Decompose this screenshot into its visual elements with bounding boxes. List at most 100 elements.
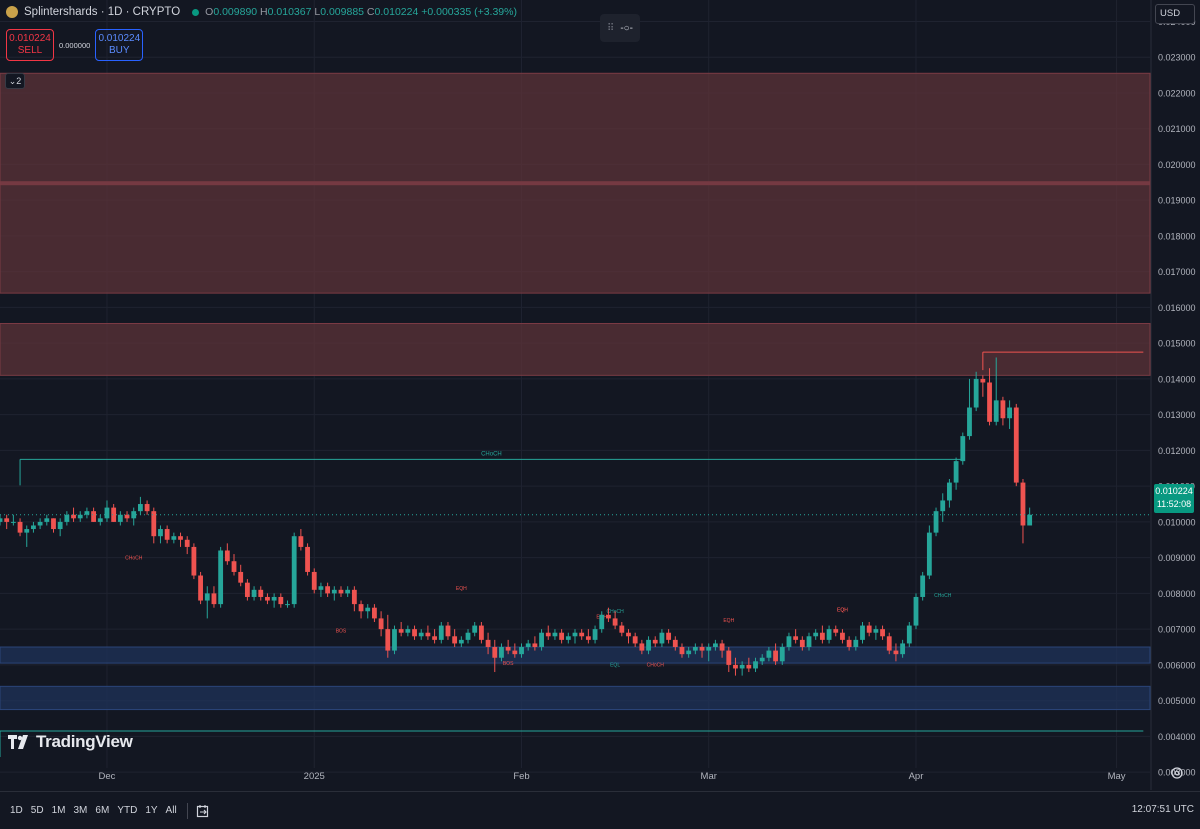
candle-body	[866, 625, 872, 633]
candle-body	[452, 636, 458, 644]
price-tick-label: 0.022000	[1158, 88, 1196, 98]
candle-body	[572, 632, 578, 637]
time-tick-label: Dec	[99, 771, 116, 782]
candle-body	[646, 639, 651, 651]
sell-button[interactable]: 0.010224 SELL	[6, 29, 54, 61]
market-status-icon	[192, 8, 200, 16]
candle-body	[585, 636, 591, 640]
date-range-icon[interactable]	[196, 804, 210, 818]
candle-body	[398, 629, 404, 633]
candle-body	[612, 618, 618, 626]
candle-body	[1027, 514, 1033, 526]
structure-annotation: CHoCH	[125, 555, 143, 561]
candle-body	[666, 632, 672, 640]
candle-body	[779, 647, 785, 662]
candle-body	[64, 514, 70, 522]
candle-body	[505, 647, 511, 651]
candle-body	[699, 647, 705, 651]
candle-body	[806, 636, 812, 648]
candle-body	[51, 518, 56, 530]
currency-selector[interactable]: USD	[1155, 4, 1195, 24]
utc-clock[interactable]: 12:07:51 UTC	[1132, 804, 1194, 815]
candle-body	[184, 539, 190, 547]
candle-body	[960, 436, 966, 462]
candle-body	[947, 482, 952, 501]
range-all[interactable]: All	[166, 805, 177, 816]
candle-body	[619, 625, 625, 633]
candle-body	[231, 561, 237, 572]
range-1d[interactable]: 1D	[10, 805, 23, 816]
structure-annotation: EQH	[456, 586, 467, 592]
candle-body	[993, 400, 999, 422]
price-tick-label: 0.010000	[1158, 517, 1196, 527]
candle-body	[606, 614, 611, 619]
price-tick-label: 0.009000	[1158, 553, 1196, 563]
price-tick-label: 0.004000	[1158, 732, 1196, 742]
candle-body	[238, 571, 244, 583]
time-tick-label: Feb	[513, 771, 529, 782]
candle-body	[244, 582, 250, 597]
divider	[186, 802, 188, 819]
candle-body	[358, 604, 364, 612]
candle-body	[525, 643, 531, 648]
candle-body	[1000, 400, 1006, 419]
structure-annotation: EQH	[837, 607, 848, 613]
candle-body	[940, 500, 946, 512]
gear-icon[interactable]	[1170, 766, 1184, 780]
demand-zone	[0, 646, 1151, 664]
candle-body	[10, 521, 16, 523]
candle-body	[71, 514, 76, 519]
candle-body	[519, 647, 524, 655]
price-tick-label: 0.006000	[1158, 660, 1196, 670]
candle-body	[351, 589, 357, 605]
candle-body	[258, 589, 264, 597]
time-tick-label: Apr	[909, 771, 924, 782]
candle-body	[973, 378, 979, 408]
indicators-toggle[interactable]: ⌄2	[5, 73, 25, 89]
candle-body	[626, 632, 631, 637]
last-price-value: 0.010224	[1155, 486, 1193, 496]
candle-body	[0, 518, 3, 522]
range-1y[interactable]: 1Y	[145, 805, 157, 816]
time-tick-label: 2025	[304, 771, 325, 782]
range-1m[interactable]: 1M	[52, 805, 66, 816]
candle-body	[766, 650, 772, 658]
price-chart[interactable]: 0.0240000.0230000.0220000.0210000.020000…	[0, 0, 1200, 828]
candle-body	[305, 546, 310, 572]
candle-body	[1020, 482, 1026, 526]
candle-body	[559, 632, 565, 640]
tv-logo-icon	[8, 735, 28, 749]
candle-body	[706, 647, 712, 651]
range-5d[interactable]: 5D	[31, 805, 44, 816]
symbol-title[interactable]: Splintershards · 1D · CRYPTO	[24, 6, 180, 18]
candle-body	[285, 604, 290, 606]
candle-body	[265, 596, 270, 601]
candle-body	[987, 382, 992, 422]
candle-body	[17, 521, 23, 533]
candle-body	[465, 632, 471, 640]
candle-body	[372, 607, 377, 619]
candle-body	[512, 650, 518, 655]
range-6m[interactable]: 6M	[95, 805, 109, 816]
drawing-toolbar[interactable]: ⠿ -○-	[600, 14, 640, 42]
last-price-label: 0.010224 11:52:08	[1154, 484, 1194, 513]
candle-body	[345, 589, 351, 594]
bottom-toolbar: 1D 5D 1M 3M 6M YTD 1Y All 12:07:51 UTC	[0, 791, 1200, 829]
candle-body	[980, 378, 986, 383]
structure-annotation: BOS	[336, 629, 347, 635]
candle-body	[926, 532, 932, 576]
horizontal-line-icon[interactable]: -○-	[620, 23, 633, 34]
drag-handle-icon[interactable]: ⠿	[607, 23, 614, 34]
candle-body	[224, 550, 230, 562]
price-tick-label: 0.018000	[1158, 231, 1196, 241]
candle-body	[445, 625, 451, 637]
range-3m[interactable]: 3M	[74, 805, 88, 816]
structure-annotation: EQL	[610, 663, 620, 669]
candle-body	[492, 647, 498, 658]
range-ytd[interactable]: YTD	[117, 805, 137, 816]
buy-button[interactable]: 0.010224 BUY	[95, 29, 144, 61]
candle-body	[171, 536, 177, 540]
candle-body	[198, 575, 203, 601]
candle-body	[178, 536, 183, 540]
candle-body	[733, 664, 738, 669]
